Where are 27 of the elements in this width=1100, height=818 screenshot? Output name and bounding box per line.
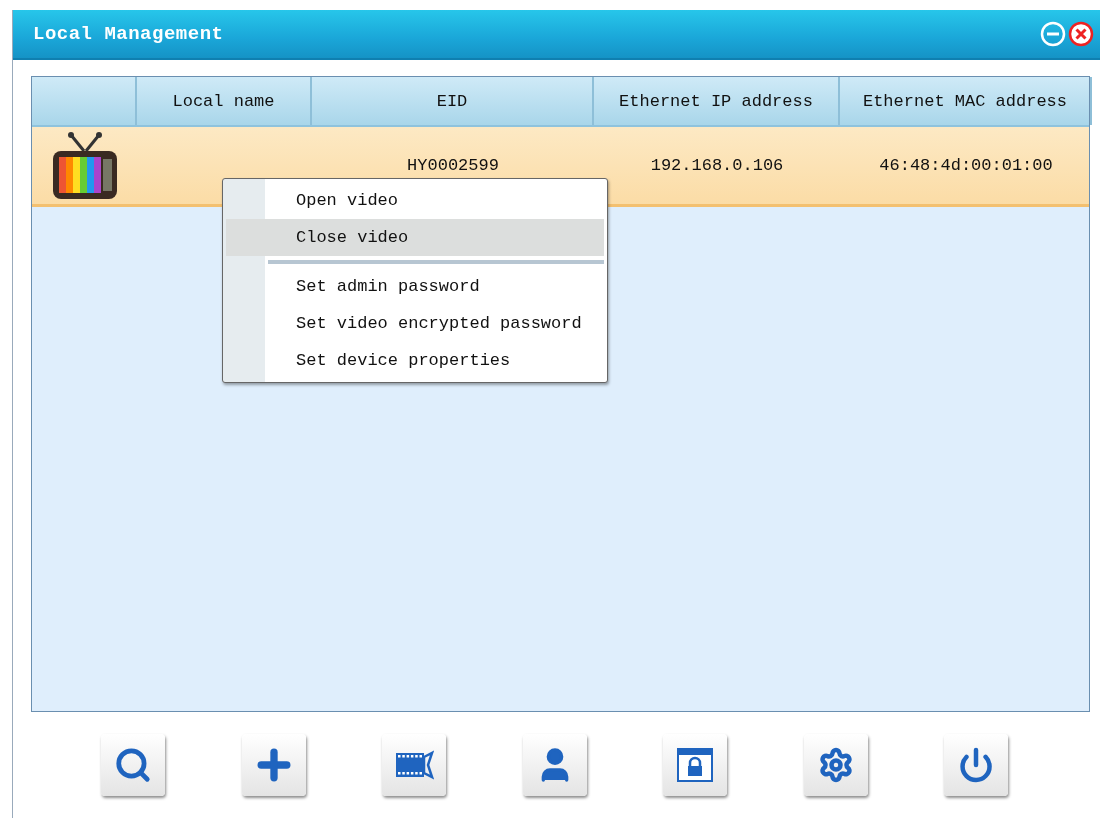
- user-button[interactable]: [522, 734, 587, 796]
- lock-button[interactable]: [663, 734, 727, 796]
- column-header[interactable]: Local name: [137, 77, 312, 125]
- menu-item[interactable]: Set video encrypted password: [226, 305, 604, 342]
- table-cell: 192.168.0.106: [650, 156, 784, 175]
- power-button[interactable]: [944, 734, 1008, 796]
- menu-item[interactable]: Close video: [226, 219, 604, 256]
- power-icon: [958, 747, 994, 783]
- film-icon: [394, 749, 434, 781]
- minimize-icon[interactable]: [1040, 21, 1066, 47]
- column-header[interactable]: Ethernet IP address: [594, 77, 840, 125]
- add-button[interactable]: [241, 734, 306, 796]
- table-cell: 46:48:4d:00:01:00: [879, 156, 1053, 175]
- column-header[interactable]: EID: [312, 77, 594, 125]
- table-cell: HY0002599: [407, 156, 499, 175]
- search-button[interactable]: [101, 734, 165, 796]
- window-lock-icon: [676, 747, 714, 783]
- video-button[interactable]: [382, 734, 446, 796]
- close-icon[interactable]: [1068, 21, 1094, 47]
- settings-button[interactable]: [803, 734, 868, 796]
- settings-icon: [817, 747, 854, 783]
- menu-item[interactable]: Set admin password: [226, 268, 604, 305]
- search-icon: [114, 746, 152, 784]
- window-title: Local Management: [33, 23, 224, 45]
- column-header[interactable]: Ethernet MAC address: [840, 77, 1092, 125]
- menu-item[interactable]: Set device properties: [226, 342, 604, 379]
- tv-icon: [50, 130, 119, 201]
